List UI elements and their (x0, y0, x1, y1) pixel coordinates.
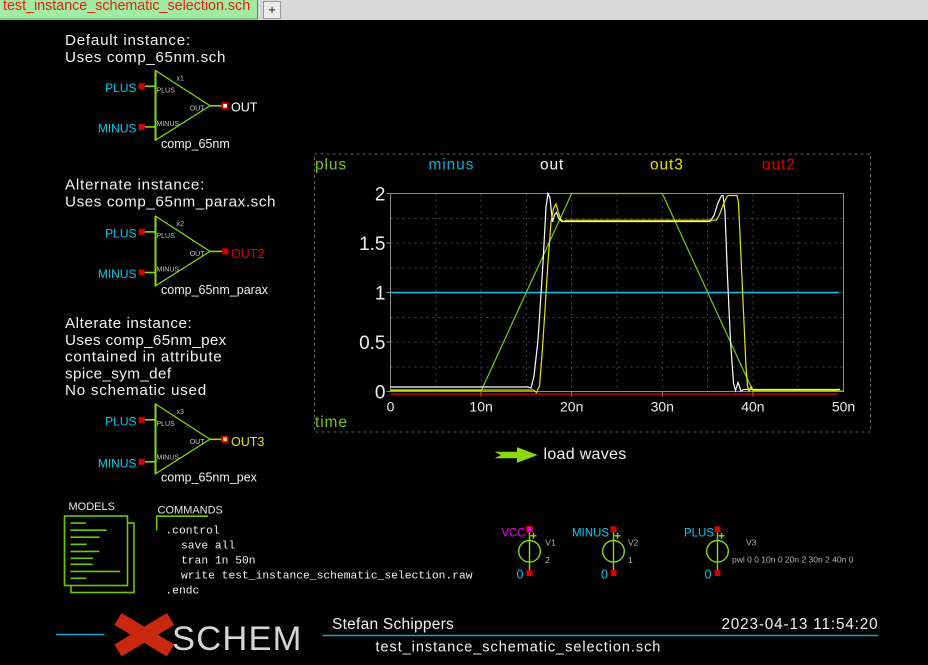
svg-text:COMMANDS: COMMANDS (158, 505, 223, 517)
svg-text:.control: .control (165, 526, 219, 538)
svg-text:20n: 20n (560, 399, 583, 415)
svg-text:VCC: VCC (501, 527, 525, 539)
svg-text:Default instance:: Default instance: (65, 32, 191, 49)
svg-text:SCHEM: SCHEM (172, 620, 303, 658)
svg-text:2023-04-13 11:54:20: 2023-04-13 11:54:20 (721, 616, 878, 633)
svg-text:plus: plus (315, 157, 347, 174)
svg-text:0: 0 (601, 567, 608, 581)
svg-text:load waves: load waves (544, 446, 627, 463)
svg-text:OUT2: OUT2 (231, 247, 264, 261)
svg-text:out3: out3 (650, 157, 684, 174)
svg-text:0: 0 (387, 399, 395, 415)
svg-text:PLUS: PLUS (157, 233, 176, 240)
svg-text:No schematic used: No schematic used (65, 382, 207, 399)
svg-text:V1: V1 (545, 538, 556, 548)
svg-text:save all: save all (181, 541, 235, 553)
svg-text:V3: V3 (746, 538, 757, 548)
svg-text:50n: 50n (832, 399, 855, 415)
svg-text:V2: V2 (628, 538, 639, 548)
svg-text:OUT: OUT (231, 101, 258, 115)
svg-text:Uses comp_65nm_pex: Uses comp_65nm_pex (65, 332, 227, 349)
svg-text:0.5: 0.5 (359, 333, 385, 354)
svg-text:comp_65nm_pex: comp_65nm_pex (161, 471, 258, 485)
svg-text:MINUS: MINUS (98, 267, 137, 281)
svg-text:OUT3: OUT3 (231, 435, 264, 449)
svg-text:OUT: OUT (190, 105, 206, 112)
svg-text:pwl 0 0 10n 0 20n 2 30n 2 40n: pwl 0 0 10n 0 20n 2 30n 2 40n 0 (732, 554, 854, 564)
svg-text:PLUS: PLUS (684, 527, 714, 539)
svg-text:comp_65nm: comp_65nm (161, 137, 230, 151)
svg-text:contained in attribute: contained in attribute (65, 349, 223, 366)
svg-text:write test_instance_schematic_: write test_instance_schematic_selection.… (181, 571, 473, 583)
svg-text:.endc: .endc (165, 586, 199, 598)
svg-text:40n: 40n (741, 399, 764, 415)
svg-text:MINUS: MINUS (98, 121, 137, 135)
svg-text:1.5: 1.5 (359, 234, 385, 255)
svg-text:Uses comp_65nm.sch: Uses comp_65nm.sch (65, 49, 226, 66)
svg-text:Alternate instance:: Alternate instance: (65, 177, 205, 194)
svg-text:spice_sym_def: spice_sym_def (65, 365, 172, 382)
svg-text:out: out (540, 157, 564, 174)
svg-text:2: 2 (375, 185, 386, 206)
svg-text:OUT: OUT (190, 439, 206, 446)
svg-text:2: 2 (545, 555, 550, 565)
svg-text:10n: 10n (469, 399, 492, 415)
svg-text:x3: x3 (177, 409, 185, 416)
svg-text:x1: x1 (177, 76, 185, 83)
svg-text:30n: 30n (651, 399, 674, 415)
svg-text:Stefan Schippers: Stefan Schippers (332, 616, 454, 633)
svg-text:time: time (315, 414, 348, 431)
svg-text:MINUS: MINUS (157, 121, 180, 128)
svg-text:minus: minus (429, 157, 475, 174)
svg-text:MINUS: MINUS (572, 527, 609, 539)
svg-text:OUT: OUT (190, 251, 206, 258)
svg-text:Uses comp_65nm_parax.sch: Uses comp_65nm_parax.sch (65, 193, 276, 210)
svg-text:1: 1 (628, 555, 633, 565)
svg-text:Alterate instance:: Alterate instance: (65, 315, 192, 332)
svg-text:PLUS: PLUS (157, 421, 176, 428)
svg-text:MINUS: MINUS (98, 456, 137, 470)
svg-text:0: 0 (375, 383, 386, 404)
svg-text:PLUS: PLUS (105, 81, 136, 95)
svg-text:MINUS: MINUS (157, 267, 180, 274)
svg-text:test_instance_schematic_select: test_instance_schematic_selection.sch (376, 640, 662, 656)
svg-text:1: 1 (375, 284, 386, 305)
svg-text:PLUS: PLUS (157, 88, 176, 95)
svg-text:PLUS: PLUS (105, 414, 136, 428)
svg-text:PLUS: PLUS (105, 226, 136, 240)
svg-text:out2: out2 (762, 157, 796, 174)
svg-text:MODELS: MODELS (69, 501, 115, 513)
svg-text:0: 0 (517, 567, 524, 581)
svg-text:MINUS: MINUS (157, 455, 180, 462)
svg-text:comp_65nm_parax: comp_65nm_parax (161, 283, 269, 297)
svg-text:0: 0 (705, 567, 712, 581)
svg-text:tran 1n 50n: tran 1n 50n (181, 556, 256, 568)
svg-text:x2: x2 (177, 221, 185, 228)
